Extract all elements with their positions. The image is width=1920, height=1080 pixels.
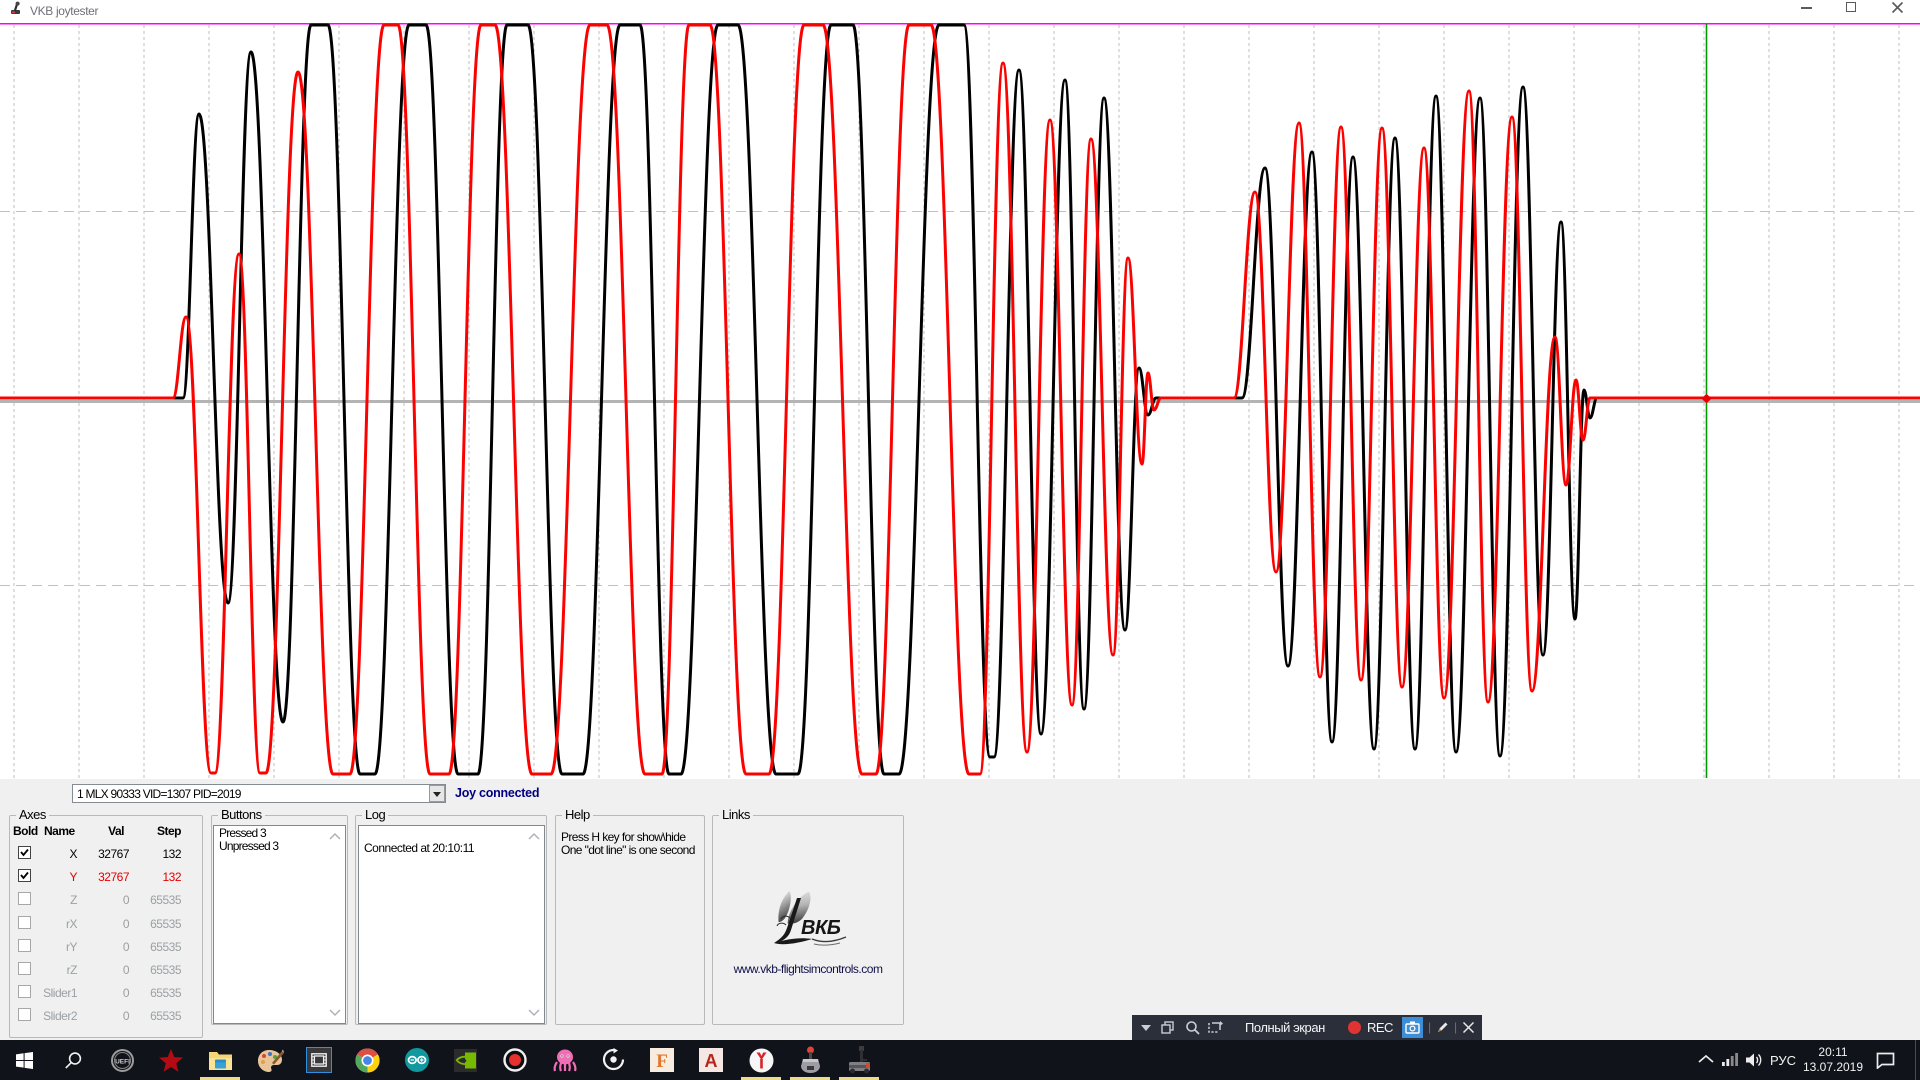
svg-text:UEFI: UEFI xyxy=(115,1059,130,1066)
svg-text:F: F xyxy=(656,1051,668,1072)
svg-text:A: A xyxy=(705,1051,718,1071)
